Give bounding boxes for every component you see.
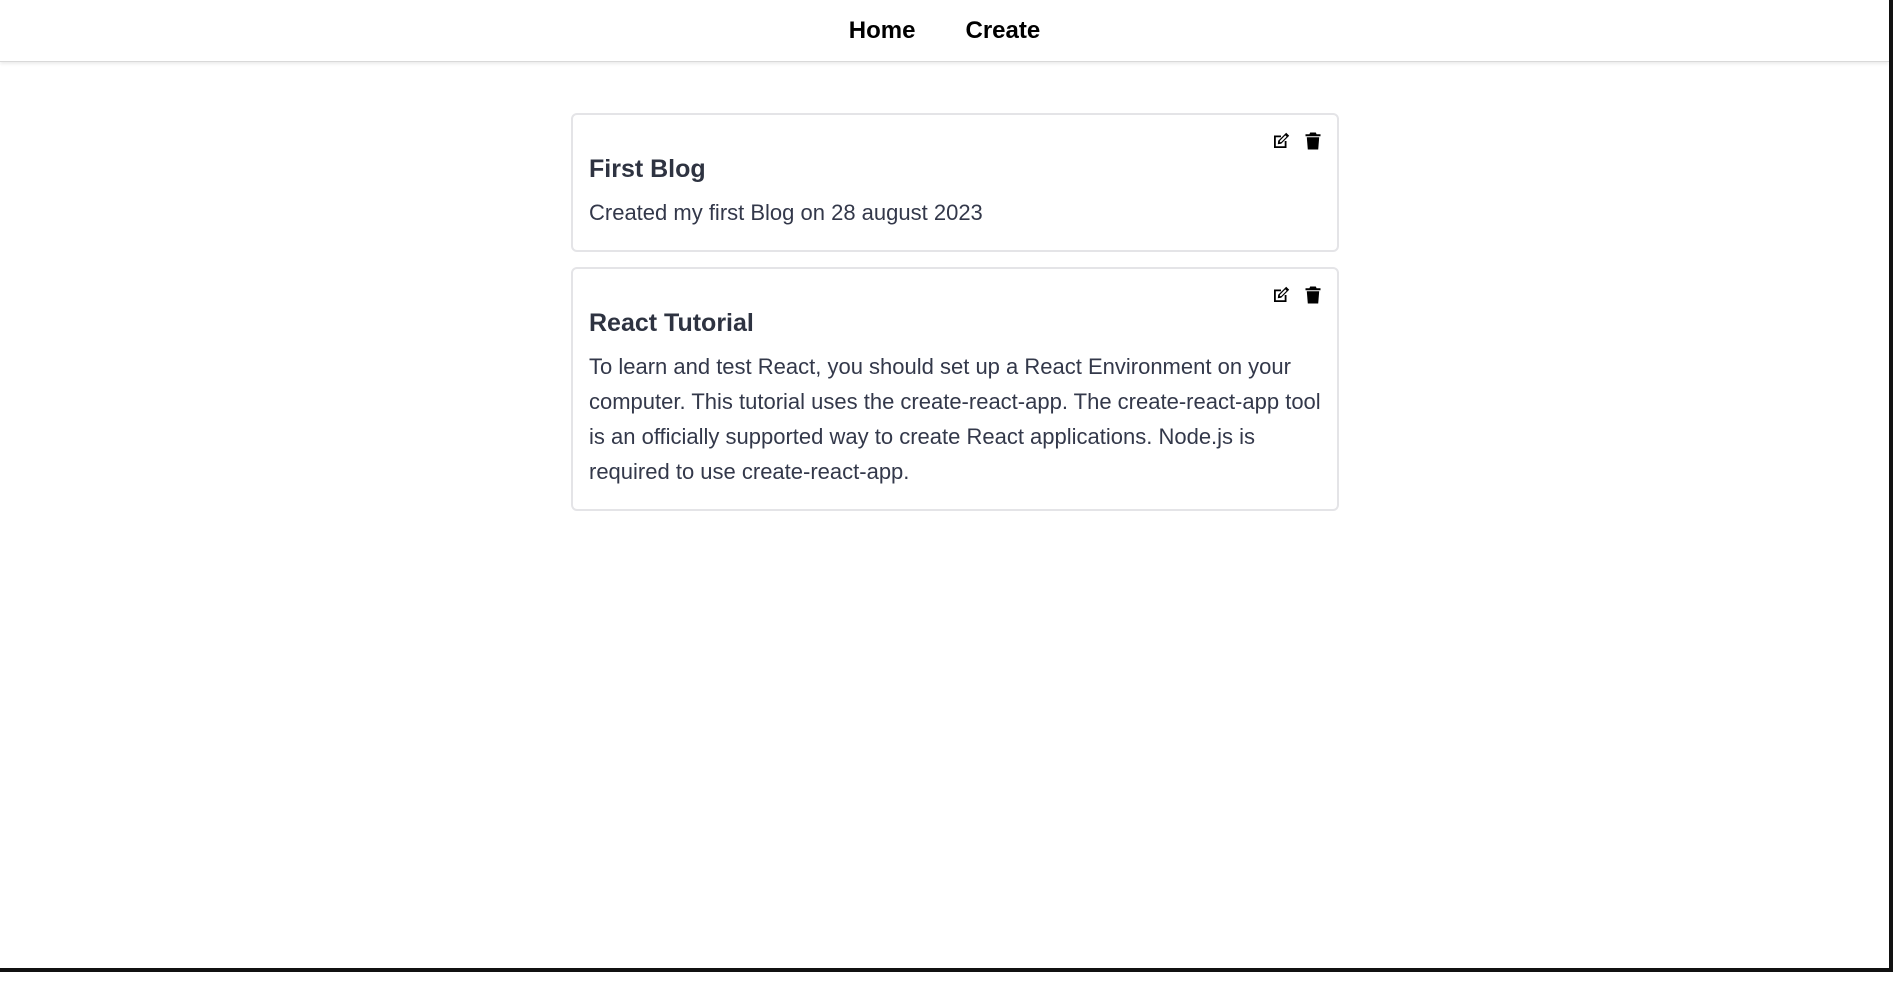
post-body: Created my first Blog on 28 august 2023: [589, 200, 983, 225]
blog-post-list: First Blog Created my first Blog on 28 a…: [571, 113, 1339, 526]
post-title: React Tutorial: [589, 309, 754, 337]
edit-icon[interactable]: [1271, 285, 1291, 305]
trash-icon[interactable]: [1303, 131, 1323, 151]
nav-home-link[interactable]: Home: [849, 16, 916, 46]
blog-post-card: React Tutorial To learn and test React, …: [571, 267, 1339, 511]
post-title: First Blog: [589, 155, 706, 183]
app-viewport: Home Create First Blog Created my first …: [0, 0, 1893, 972]
post-body: To learn and test React, you should set …: [589, 354, 1321, 484]
nav-create-link[interactable]: Create: [965, 16, 1040, 46]
post-actions: [1271, 131, 1323, 151]
edit-icon[interactable]: [1271, 131, 1291, 151]
blog-post-card: First Blog Created my first Blog on 28 a…: [571, 113, 1339, 252]
post-actions: [1271, 285, 1323, 305]
trash-icon[interactable]: [1303, 285, 1323, 305]
top-navbar: Home Create: [0, 0, 1889, 62]
